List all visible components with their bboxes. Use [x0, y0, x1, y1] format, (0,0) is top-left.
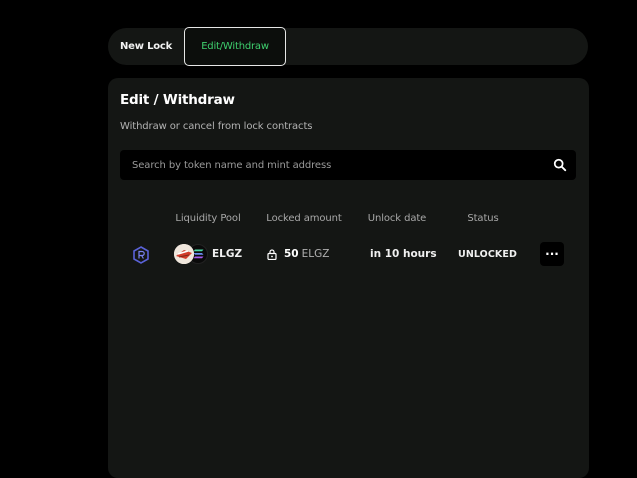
- page-subtitle: Withdraw or cancel from lock contracts: [120, 121, 313, 132]
- amount-unit: ELGZ: [301, 248, 330, 260]
- edit-withdraw-panel: Edit / Withdraw Withdraw or cancel from …: [108, 78, 589, 478]
- unlock-date: in 10 hours: [370, 248, 437, 260]
- lock-icon: [267, 248, 277, 260]
- locked-amount: 50 ELGZ: [267, 244, 329, 264]
- tab-edit-withdraw[interactable]: Edit/Withdraw: [184, 27, 286, 66]
- header-unlock-date: Unlock date: [367, 213, 427, 224]
- pool-label: ELGZ: [212, 248, 243, 260]
- amount-value: 50: [284, 248, 299, 260]
- lock-tabbar: New Lock Edit/Withdraw: [108, 27, 588, 66]
- search-input[interactable]: [120, 149, 553, 181]
- search-bar: [120, 149, 576, 181]
- header-liquidity-pool: Liquidity Pool: [175, 213, 241, 224]
- pool-pair: ELGZ: [174, 244, 242, 264]
- page-title: Edit / Withdraw: [120, 92, 235, 108]
- search-icon[interactable]: [553, 158, 567, 172]
- more-options-button[interactable]: ···: [540, 242, 564, 266]
- tab-new-lock[interactable]: New Lock: [108, 28, 184, 65]
- header-status: Status: [467, 213, 499, 224]
- elgz-token-icon: [174, 244, 194, 264]
- more-icon: ···: [545, 247, 559, 261]
- status-badge: UNLOCKED: [458, 248, 517, 260]
- header-locked-amount: Locked amount: [266, 213, 342, 224]
- raydium-icon: [133, 246, 149, 264]
